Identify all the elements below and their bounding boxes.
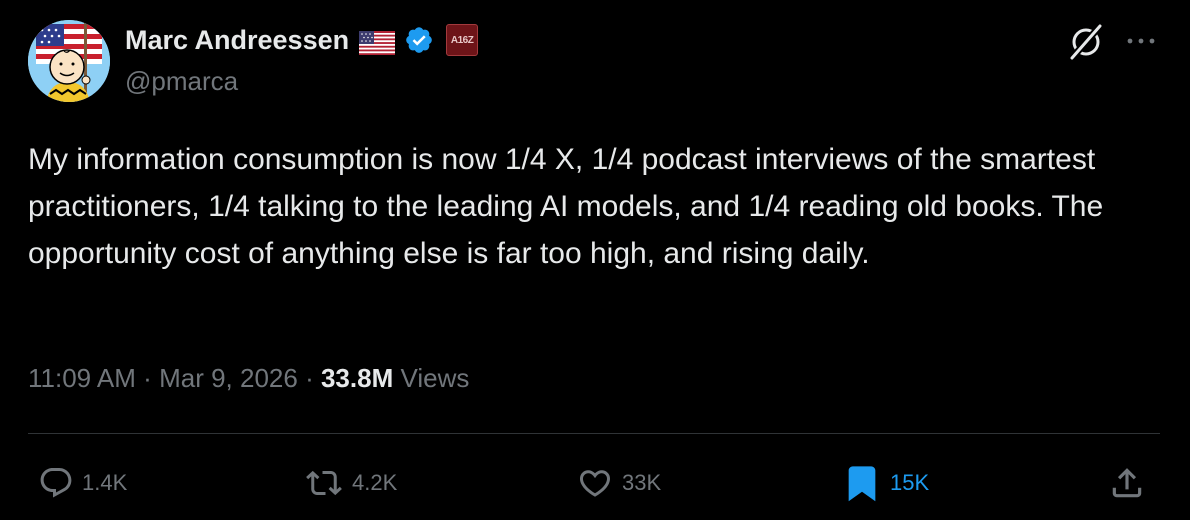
reply-button[interactable]: 1.4K [38, 460, 127, 506]
like-count: 33K [622, 470, 662, 495]
meta-separator: · [305, 363, 314, 393]
reply-count: 1.4K [82, 470, 128, 495]
bookmark-icon [848, 466, 876, 502]
avatar-image [28, 20, 110, 102]
share-icon [1112, 468, 1142, 498]
more-options-icon[interactable] [1124, 26, 1158, 56]
bookmark-count: 15K [890, 470, 930, 495]
verified-badge-icon[interactable] [404, 25, 434, 55]
views-count: 33.8M [320, 363, 394, 393]
us-flag-icon [359, 28, 396, 55]
tweet-text: My information consumption is now 1/4 X,… [28, 143, 1104, 270]
repost-count: 4.2K [352, 470, 398, 495]
share-button[interactable] [1108, 460, 1154, 506]
views-label: Views [400, 363, 470, 393]
avatar[interactable] [28, 20, 110, 102]
meta-separator: · [143, 363, 152, 393]
display-name[interactable]: Marc Andreessen [125, 22, 349, 58]
repost-icon [306, 470, 342, 496]
tweet-meta: 11:09 AM · Mar 9, 2026 · 33.8M Views [28, 360, 469, 396]
like-button[interactable]: 33K [576, 460, 661, 506]
tweet-time[interactable]: 11:09 AM [28, 363, 136, 393]
repost-button[interactable]: 4.2K [304, 460, 397, 506]
author-handle[interactable]: @pmarca [125, 64, 238, 98]
grok-icon[interactable] [1066, 22, 1106, 62]
tweet-date[interactable]: Mar 9, 2026 [159, 363, 298, 393]
affiliate-badge-icon[interactable]: A16Z [446, 24, 479, 56]
bookmark-button[interactable]: 15K [842, 460, 929, 506]
author-name-row: Marc Andreessen A16Z [125, 22, 479, 58]
heart-icon [579, 470, 611, 497]
divider [28, 433, 1160, 434]
reply-icon [40, 468, 72, 498]
